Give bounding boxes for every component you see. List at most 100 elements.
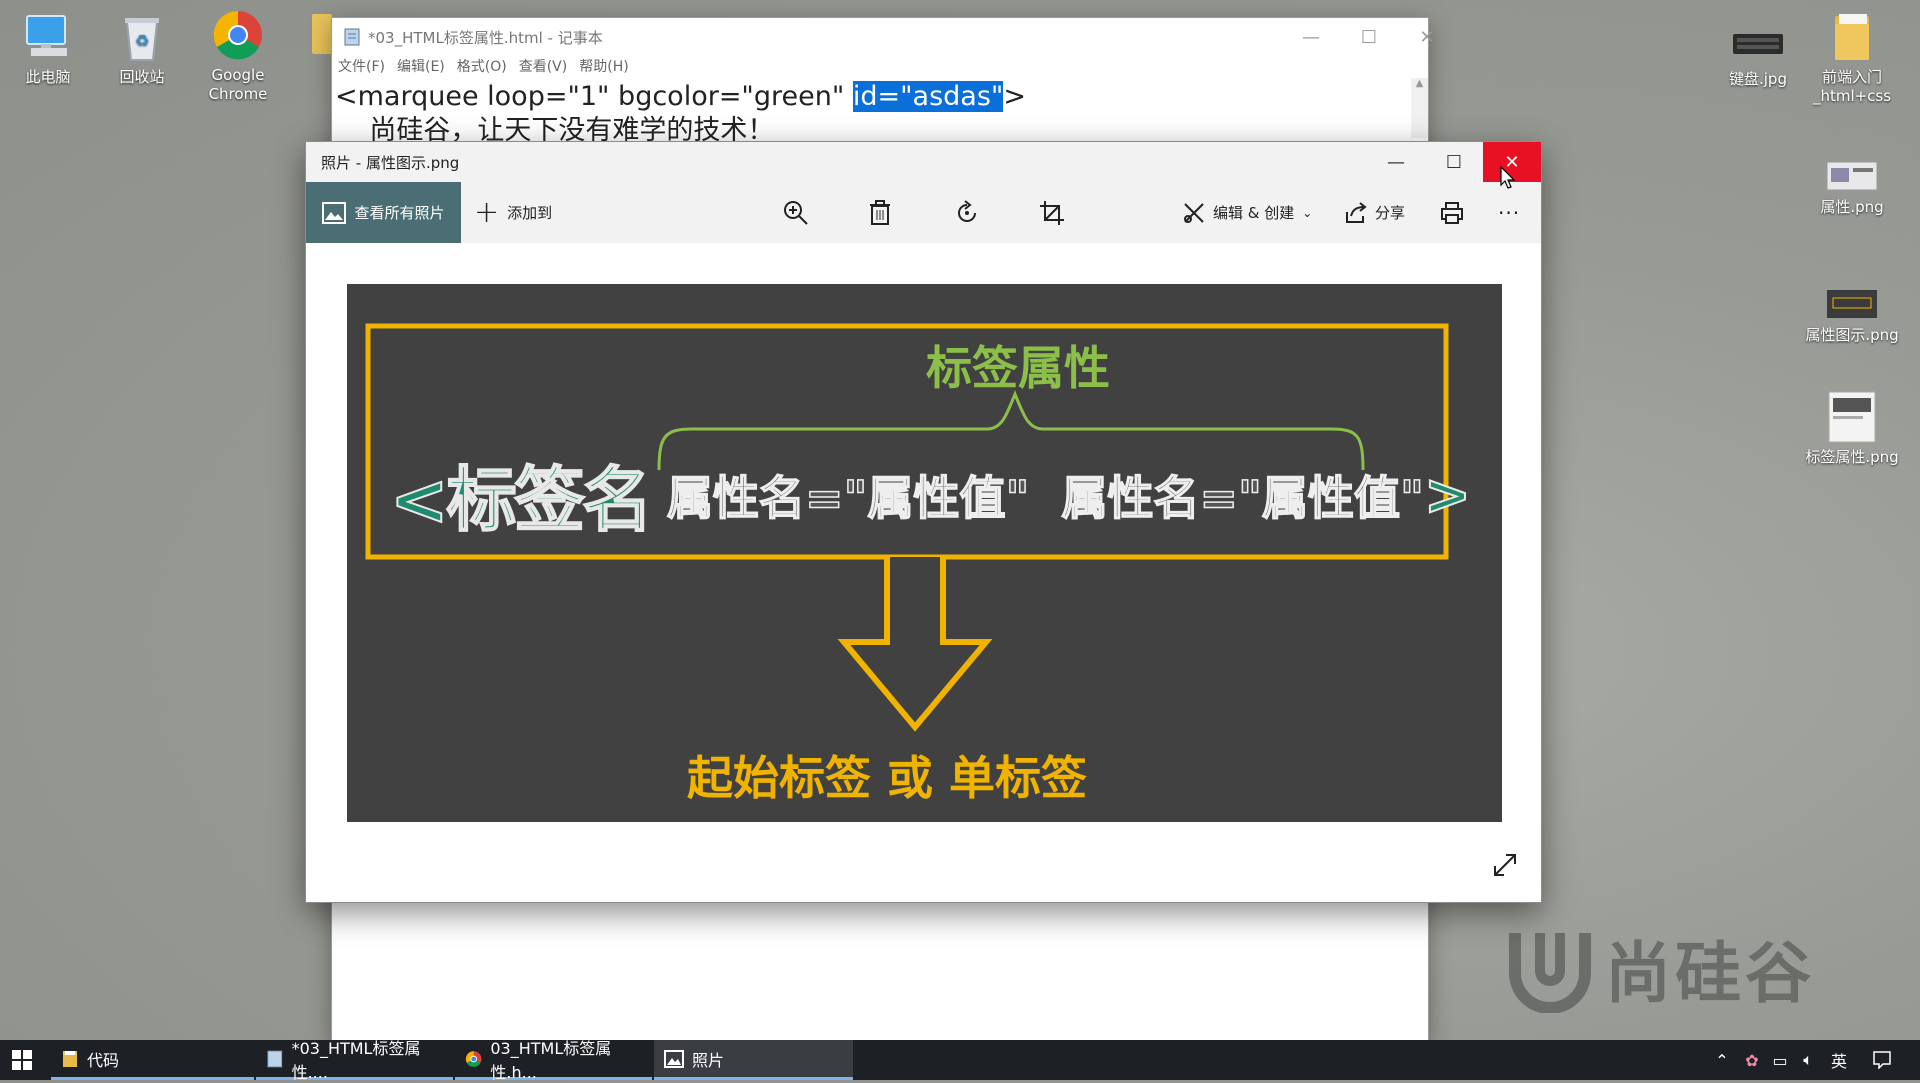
zoom-button[interactable] [783, 182, 809, 243]
notepad-title: *03_HTML标签属性.html - 记事本 [368, 28, 603, 47]
notepad-titlebar[interactable]: *03_HTML标签属性.html - 记事本 — ☐ ✕ [332, 18, 1435, 56]
desktop-icon-attr-diagram-png[interactable]: 属性图示.png [1804, 286, 1900, 345]
desktop-icon-label: Google Chrome [208, 66, 268, 103]
diagram-close-bracket: > [1423, 462, 1472, 529]
diagram-attrs-text: 属性名="属性值" 属性名="属性值" [666, 470, 1424, 526]
diagram-brace [657, 389, 1365, 471]
rotate-button[interactable] [954, 182, 980, 243]
watermark-logo: 尚硅谷 [1505, 920, 1815, 1016]
chevron-down-icon: ⌄ [1302, 205, 1313, 220]
close-button[interactable]: ✕ [1398, 18, 1456, 56]
crop-icon [1040, 200, 1064, 225]
taskbar: 代码 *03_HTML标签属性.... 03_HTML标签属性.h... 照片 … [0, 1039, 1920, 1082]
chrome-icon [211, 8, 265, 62]
desktop-icon-partial-folder[interactable] [312, 14, 332, 54]
desktop-icon-label: 前端入门_html+css [1812, 68, 1892, 105]
taskbar-item-label: *03_HTML标签属性.... [291, 1038, 421, 1082]
taskbar-item-label: 照片 [692, 1050, 725, 1070]
show-hidden-icons-button[interactable]: ⌃ [1710, 1040, 1734, 1080]
desktop-icon-label: 此电脑 [25, 68, 71, 86]
notepad-text-area[interactable]: <marquee loop="1" bgcolor="green" id="as… [332, 78, 1428, 148]
share-label: 分享 [1375, 204, 1406, 222]
photo-canvas: 标签属性 <标签名 属性名="属性值" 属性名="属性值"> 起始标签 或 单标… [347, 284, 1502, 822]
notepad-menubar: 文件(F) 编辑(E) 格式(O) 查看(V) 帮助(H) [332, 56, 1428, 78]
taskbar-item-notepad[interactable]: *03_HTML标签属性.... [256, 1039, 453, 1082]
text-line-1-after: > [1003, 81, 1026, 112]
diagram-tag-name: <标签名 [389, 458, 654, 542]
more-icon: ··· [1498, 200, 1521, 225]
flower-icon: ✿ [1745, 1050, 1759, 1070]
minimize-button[interactable]: — [1282, 18, 1340, 56]
maximize-button[interactable]: ☐ [1425, 142, 1483, 182]
minimize-button[interactable]: — [1367, 142, 1425, 182]
text-selection: id="asdas" [852, 81, 1004, 112]
desktop-icon-label: 标签属性.png [1805, 448, 1899, 466]
view-all-photos-button[interactable]: 查看所有照片 [306, 182, 461, 243]
chevron-up-icon: ⌃ [1715, 1050, 1729, 1070]
taskbar-item-chrome[interactable]: 03_HTML标签属性.h... [455, 1039, 652, 1082]
tray-app-icon[interactable]: ✿ [1738, 1040, 1766, 1080]
menu-file[interactable]: 文件(F) [335, 56, 394, 78]
share-button[interactable]: 分享 [1345, 182, 1405, 243]
chrome-icon [465, 1050, 482, 1067]
print-button[interactable] [1440, 182, 1464, 243]
add-to-label: 添加到 [507, 204, 553, 222]
taskbar-item-label: 代码 [87, 1050, 120, 1070]
folder-icon [1825, 10, 1879, 64]
delete-button[interactable] [869, 182, 891, 243]
more-button[interactable]: ··· [1498, 182, 1520, 243]
photos-titlebar[interactable]: 照片 - 属性图示.png — ☐ ✕ [306, 142, 1541, 182]
desktop-icon-chrome[interactable]: Google Chrome [190, 8, 286, 104]
image-file-icon [1825, 286, 1879, 322]
photos-window[interactable]: 照片 - 属性图示.png — ☐ ✕ 查看所有照片 + 添加到 编辑 & 创建… [305, 141, 1542, 903]
menu-format[interactable]: 格式(O) [454, 56, 516, 78]
start-button[interactable] [0, 1040, 44, 1080]
logo-u-icon [1509, 933, 1591, 1013]
menu-edit[interactable]: 编辑(E) [394, 56, 454, 78]
watermark-text: 尚硅谷 [1605, 935, 1815, 1012]
taskbar-item-code-folder[interactable]: 代码 [51, 1040, 254, 1080]
taskbar-item-photos[interactable]: 照片 [654, 1040, 853, 1080]
desktop-icon-label: 回收站 [119, 68, 165, 86]
vertical-scrollbar[interactable]: ▲ [1411, 78, 1428, 138]
text-line-1-before: <marquee loop="1" bgcolor="green" [335, 81, 853, 112]
fullscreen-button[interactable] [1492, 852, 1518, 882]
desktop-icon-tag-attr-png[interactable]: 标签属性.png [1804, 390, 1900, 467]
desktop-icon-recycle-bin[interactable]: ♻ 回收站 [94, 10, 190, 87]
add-to-button[interactable]: + 添加到 [474, 182, 552, 243]
photos-icon [664, 1049, 684, 1068]
desktop-icon-attr-png[interactable]: 属性.png [1804, 158, 1900, 217]
expand-icon [1494, 854, 1516, 876]
notifications-button[interactable] [1862, 1040, 1902, 1080]
desktop-icon-this-pc[interactable]: 此电脑 [0, 10, 96, 87]
view-all-label: 查看所有照片 [354, 204, 445, 222]
taskbar-item-label: 03_HTML标签属性.h... [490, 1038, 612, 1082]
notepad-icon [267, 1050, 283, 1067]
ime-label: 英 [1830, 1052, 1847, 1071]
speaker-icon: 🔈︎ [1803, 1050, 1813, 1069]
volume-button[interactable]: 🔈︎ [1794, 1040, 1822, 1080]
diagram-arrow [837, 557, 993, 732]
edit-create-button[interactable]: 编辑 & 创建 ⌄ [1183, 182, 1312, 243]
windows-logo-icon [12, 1050, 32, 1070]
desktop-icon-label: 键盘.jpg [1729, 70, 1787, 88]
maximize-button[interactable]: ☐ [1340, 18, 1398, 56]
folder-icon [63, 1050, 77, 1067]
menu-view[interactable]: 查看(V) [516, 56, 577, 78]
image-file-icon [1825, 390, 1879, 444]
crop-button[interactable] [1039, 182, 1065, 243]
share-icon [1346, 201, 1367, 223]
input-method-button[interactable]: 英 [1824, 1040, 1854, 1080]
printer-icon [1441, 201, 1463, 224]
menu-help[interactable]: 帮助(H) [576, 56, 637, 78]
zoom-in-icon [784, 200, 808, 225]
desktop-icon-keyboard-jpg[interactable]: 键盘.jpg [1710, 26, 1806, 89]
desktop-icon-label: 属性.png [1820, 198, 1884, 216]
diagram-attrs: 属性名="属性值" 属性名="属性值"> [666, 462, 1472, 529]
battery-button[interactable]: ▭ [1766, 1040, 1794, 1080]
diagram-caption: 起始标签 或 单标签 [687, 751, 1088, 805]
photos-toolbar: 查看所有照片 + 添加到 编辑 & 创建 ⌄ 分享 ··· [306, 182, 1541, 243]
photo-icon [322, 201, 347, 224]
scroll-up-icon[interactable]: ▲ [1411, 78, 1428, 89]
desktop-icon-frontend-folder[interactable]: 前端入门_html+css [1804, 10, 1900, 106]
